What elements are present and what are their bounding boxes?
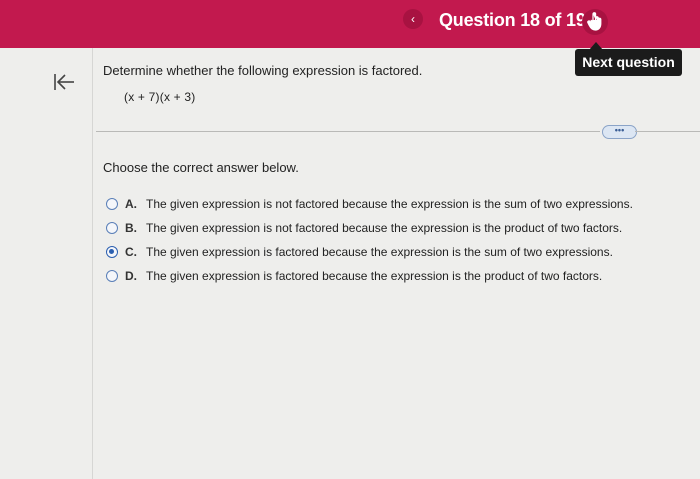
question-prompt: Determine whether the following expressi… bbox=[103, 63, 423, 78]
option-letter: D. bbox=[125, 269, 137, 283]
sidebar-divider bbox=[92, 48, 93, 479]
radio-button-selected[interactable] bbox=[106, 246, 118, 258]
option-text: The given expression is not factored bec… bbox=[146, 197, 633, 211]
section-divider-right bbox=[635, 131, 700, 132]
option-text: The given expression is factored because… bbox=[146, 245, 613, 259]
radio-dot bbox=[109, 249, 114, 254]
option-letter: B. bbox=[125, 221, 137, 235]
radio-button[interactable] bbox=[106, 270, 118, 282]
answer-instruction: Choose the correct answer below. bbox=[103, 160, 299, 175]
chevron-left-icon: ‹ bbox=[411, 12, 415, 26]
radio-button[interactable] bbox=[106, 222, 118, 234]
radio-button[interactable] bbox=[106, 198, 118, 210]
question-counter: Question 18 of 19 bbox=[439, 10, 586, 30]
option-letter: A. bbox=[125, 197, 137, 211]
previous-question-button[interactable]: ‹ bbox=[403, 9, 423, 29]
next-question-tooltip: Next question bbox=[575, 49, 682, 76]
header-bar: ‹ Question 18 of 19 bbox=[0, 0, 700, 48]
expand-more-button[interactable]: ••• bbox=[602, 125, 637, 139]
first-page-arrow-icon bbox=[54, 74, 74, 90]
option-letter: C. bbox=[125, 245, 137, 259]
option-text: The given expression is factored because… bbox=[146, 269, 603, 283]
back-to-start-button[interactable] bbox=[52, 70, 78, 94]
question-expression: (x + 7)(x + 3) bbox=[124, 90, 196, 104]
next-question-button[interactable] bbox=[582, 9, 608, 35]
hand-pointer-icon bbox=[587, 12, 602, 31]
section-divider bbox=[96, 131, 600, 132]
option-text: The given expression is not factored bec… bbox=[146, 221, 623, 235]
